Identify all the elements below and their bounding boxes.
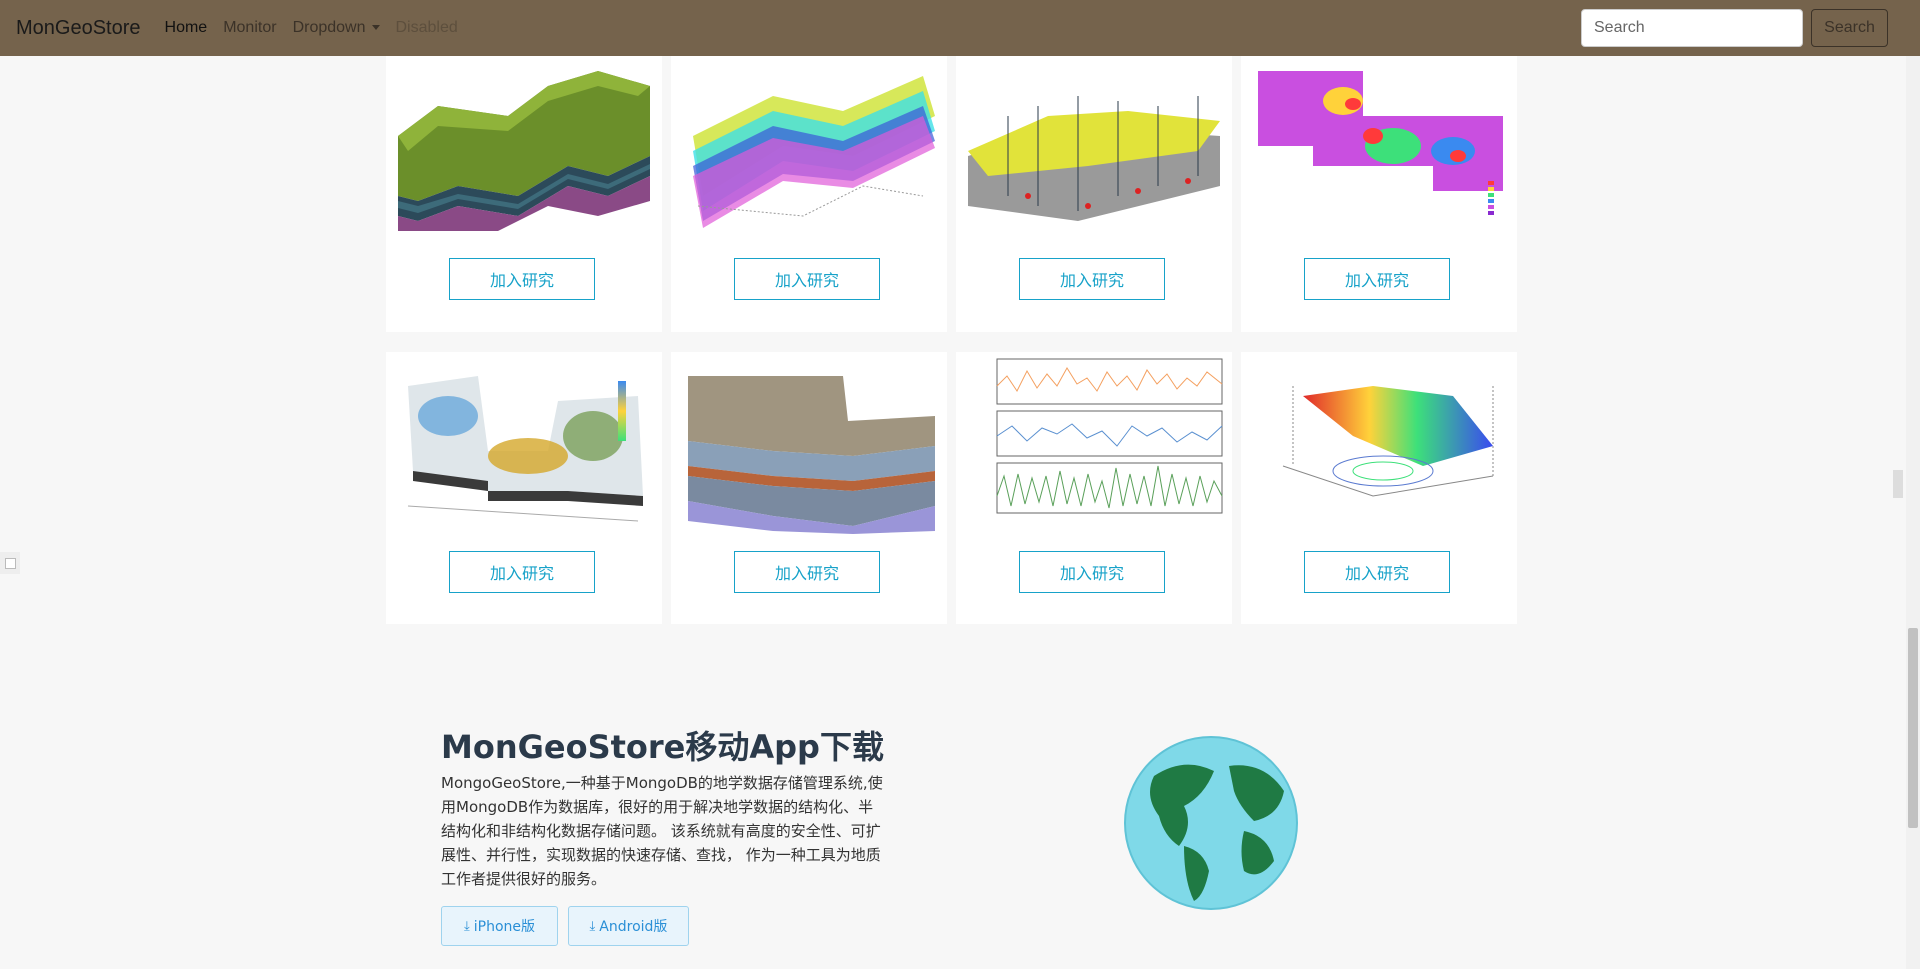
nav-dropdown-label: Dropdown — [292, 19, 366, 36]
time-series-image — [962, 356, 1228, 536]
terrain-elevation-image — [398, 356, 650, 536]
join-research-button[interactable]: 加入研究 — [449, 551, 595, 593]
join-research-button[interactable]: 加入研究 — [1304, 551, 1450, 593]
search-input[interactable] — [1581, 9, 1803, 47]
fence-diagram-image — [683, 56, 935, 231]
card-stratigraphic-block: 加入研究 — [671, 352, 947, 624]
globe-illustration — [1124, 736, 1298, 910]
join-research-button[interactable]: 加入研究 — [1019, 258, 1165, 300]
scrollbar-thumb[interactable] — [1908, 628, 1918, 828]
navbar: MonGeoStore Home Monitor Dropdown Disabl… — [0, 0, 1920, 56]
geological-block-image — [398, 56, 650, 231]
nav-monitor[interactable]: Monitor — [223, 19, 276, 37]
android-download-button[interactable]: ⤓ Android版 — [568, 906, 689, 946]
scrollbar-track[interactable] — [1906, 56, 1920, 969]
card-contour-heatmap: 加入研究 — [1241, 56, 1517, 332]
android-download-label: Android版 — [599, 919, 668, 935]
side-scroll-handle[interactable] — [1893, 470, 1903, 498]
card-well-surface: 加入研究 — [956, 56, 1232, 332]
join-research-button[interactable]: 加入研究 — [734, 258, 880, 300]
join-research-button[interactable]: 加入研究 — [449, 258, 595, 300]
card-geological-block: 加入研究 — [386, 56, 662, 332]
app-section-description: MongoGeoStore,一种基于MongoDB的地学数据存储管理系统,使用M… — [441, 774, 883, 888]
join-research-button[interactable]: 加入研究 — [734, 551, 880, 593]
nav-disabled: Disabled — [395, 19, 458, 36]
card-terrain-elevation: 加入研究 — [386, 352, 662, 624]
card-time-series: 加入研究 — [956, 352, 1232, 624]
contour-heatmap-image — [1253, 56, 1505, 231]
download-icon: ⤓ — [589, 918, 596, 934]
well-surface-image — [968, 56, 1220, 231]
iphone-download-button[interactable]: ⤓ iPhone版 — [441, 906, 558, 946]
checkbox-icon — [5, 558, 16, 569]
join-research-button[interactable]: 加入研究 — [1304, 258, 1450, 300]
join-research-button[interactable]: 加入研究 — [1019, 551, 1165, 593]
download-icon: ⤓ — [463, 918, 470, 934]
card-fence-diagram: 加入研究 — [671, 56, 947, 332]
chevron-down-icon — [371, 25, 380, 31]
nav-dropdown[interactable]: Dropdown — [293, 19, 380, 37]
nav-home[interactable]: Home — [165, 19, 208, 37]
card-mse-surface: 加入研究 — [1241, 352, 1517, 624]
brand-logo[interactable]: MonGeoStore — [16, 17, 141, 40]
search-button[interactable]: Search — [1811, 9, 1888, 47]
left-edge-widget[interactable] — [0, 552, 20, 574]
mse-surface-image — [1253, 356, 1505, 536]
iphone-download-label: iPhone版 — [473, 919, 535, 935]
app-section-title: MonGeoStore移动App下载 — [441, 728, 884, 766]
stratigraphic-block-image — [683, 356, 935, 536]
